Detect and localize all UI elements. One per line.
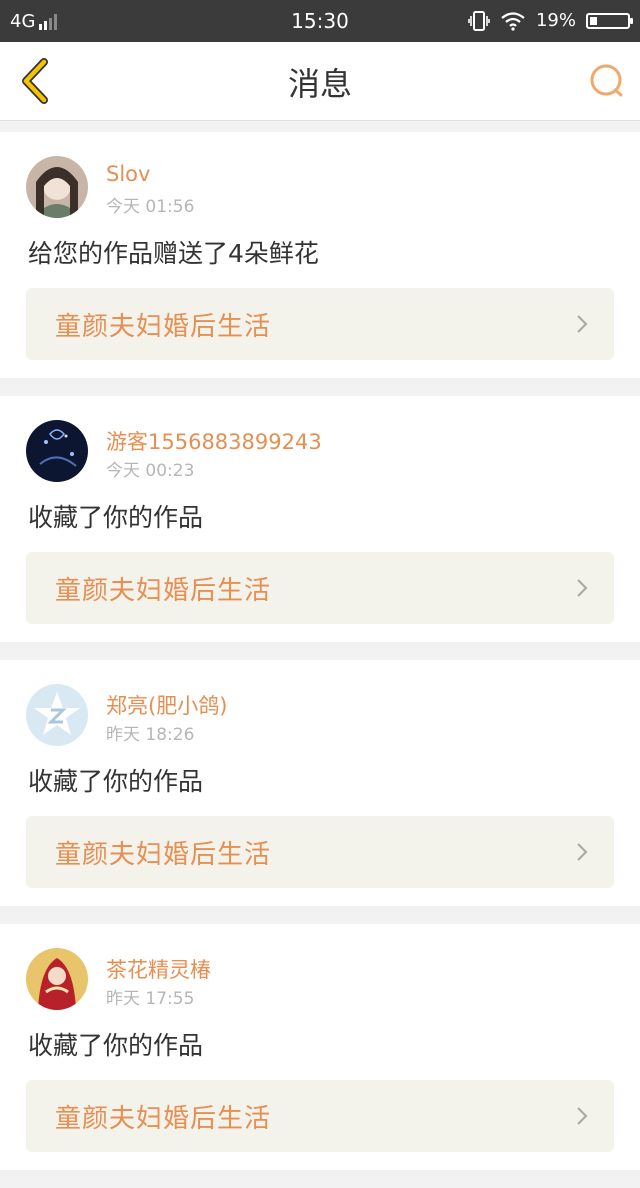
timestamp: 昨天 18:26 bbox=[106, 725, 195, 745]
username[interactable]: Slov bbox=[106, 162, 150, 186]
action-text: 收藏了你的作品 bbox=[28, 1031, 204, 1060]
notification-card: 郑亮(肥小鸽) 昨天 18:26 收藏了你的作品 童颜夫妇婚后生活 bbox=[0, 660, 640, 906]
work-link[interactable]: 童颜夫妇婚后生活 bbox=[26, 288, 614, 360]
search-icon[interactable] bbox=[588, 62, 626, 100]
avatar[interactable] bbox=[26, 156, 88, 218]
username[interactable]: 游客1556883899243 bbox=[106, 426, 322, 456]
chevron-right-icon bbox=[577, 843, 588, 861]
username[interactable]: 郑亮(肥小鸽) bbox=[106, 690, 227, 720]
avatar[interactable] bbox=[26, 420, 88, 482]
timestamp: 昨天 17:55 bbox=[106, 989, 195, 1009]
timestamp: 今天 00:23 bbox=[106, 461, 195, 481]
vibrate-icon bbox=[468, 10, 490, 31]
notification-list: Slov 今天 01:56 给您的作品赠送了4朵鲜花 童颜夫妇婚后生活 游客15… bbox=[0, 132, 640, 1188]
battery-percent: 19% bbox=[535, 10, 576, 31]
chevron-right-icon bbox=[577, 315, 588, 333]
notification-card: Slov 今天 01:56 给您的作品赠送了4朵鲜花 童颜夫妇婚后生活 bbox=[0, 132, 640, 378]
avatar[interactable] bbox=[26, 948, 88, 1010]
action-text: 给您的作品赠送了4朵鲜花 bbox=[28, 239, 319, 268]
work-link[interactable]: 童颜夫妇婚后生活 bbox=[26, 552, 614, 624]
avatar[interactable] bbox=[26, 684, 88, 746]
work-title: 童颜夫妇婚后生活 bbox=[55, 576, 272, 606]
chevron-right-icon bbox=[577, 1107, 588, 1125]
work-title: 童颜夫妇婚后生活 bbox=[55, 312, 272, 342]
battery-icon bbox=[586, 12, 633, 29]
work-link[interactable]: 童颜夫妇婚后生活 bbox=[26, 1080, 614, 1152]
work-title: 童颜夫妇婚后生活 bbox=[55, 1104, 272, 1134]
work-link[interactable]: 童颜夫妇婚后生活 bbox=[26, 816, 614, 888]
notification-card: 游客1556883899243 今天 00:23 收藏了你的作品 童颜夫妇婚后生… bbox=[0, 396, 640, 642]
action-text: 收藏了你的作品 bbox=[28, 503, 204, 532]
chevron-right-icon bbox=[577, 579, 588, 597]
username[interactable]: 茶花精灵椿 bbox=[106, 954, 211, 984]
status-bar: 4G 15:30 19% bbox=[0, 0, 640, 42]
timestamp: 今天 01:56 bbox=[106, 197, 195, 217]
action-text: 收藏了你的作品 bbox=[28, 767, 204, 796]
notification-card: 茶花精灵椿 昨天 17:55 收藏了你的作品 童颜夫妇婚后生活 bbox=[0, 924, 640, 1170]
header-bar: 消息 bbox=[0, 42, 640, 121]
page-title: 消息 bbox=[287, 65, 352, 103]
work-title: 童颜夫妇婚后生活 bbox=[55, 840, 272, 870]
status-right: 19% bbox=[468, 10, 633, 31]
wifi-icon bbox=[501, 11, 525, 31]
